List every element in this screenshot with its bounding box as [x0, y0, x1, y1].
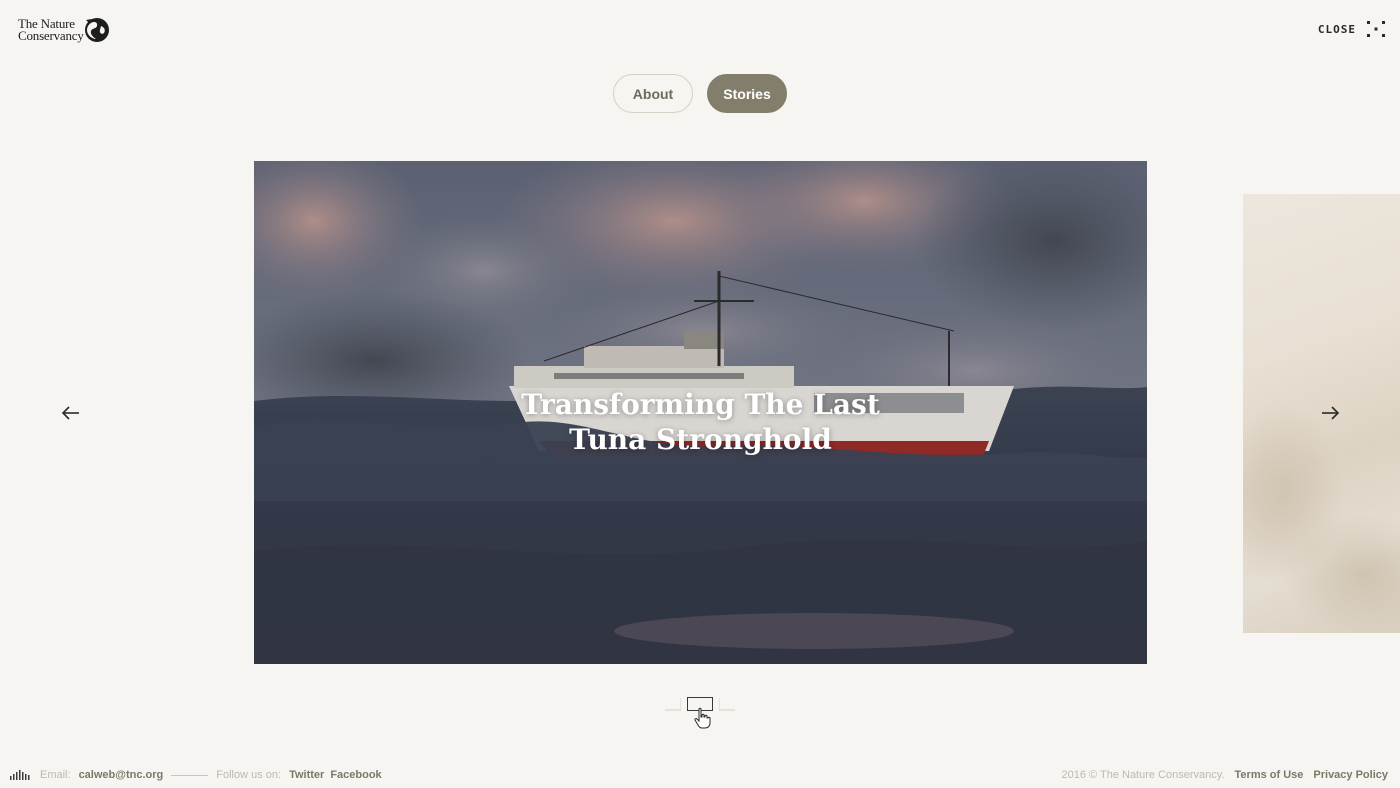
footer-right: 2016 © The Nature Conservancy. Terms of … — [1062, 769, 1389, 781]
globe-logo-icon — [84, 18, 109, 42]
footer-divider — [171, 774, 209, 776]
follow-label: Follow us on: — [216, 769, 282, 781]
twitter-link[interactable]: Twitter — [289, 769, 324, 781]
facebook-link[interactable]: Facebook — [330, 769, 381, 781]
slide-pager — [661, 695, 741, 731]
tab-stories[interactable]: Stories — [707, 74, 787, 113]
email-link[interactable]: calweb@tnc.org — [79, 769, 164, 781]
logo-wordmark: The Nature Conservancy — [18, 16, 84, 43]
story-slide[interactable]: Transforming The Last Tuna Stronghold — [254, 161, 1147, 664]
pager-item-1[interactable] — [661, 697, 681, 711]
tab-bar: About Stories — [0, 74, 1400, 113]
arrow-left-icon[interactable] — [59, 403, 83, 423]
arrow-right-icon[interactable] — [1318, 403, 1342, 423]
footer: Email: calweb@tnc.org Follow us on: Twit… — [0, 767, 1400, 783]
copyright: 2016 © The Nature Conservancy. — [1061, 769, 1225, 781]
close-dots-icon — [1367, 21, 1385, 37]
page: The Nature Conservancy CLOSE About Stori… — [0, 0, 1400, 788]
pager-item-3[interactable] — [719, 697, 739, 711]
close-button[interactable]: CLOSE — [1318, 20, 1386, 38]
privacy-link[interactable]: Privacy Policy — [1313, 769, 1388, 781]
tab-about[interactable]: About — [613, 74, 693, 113]
close-label: CLOSE — [1317, 22, 1356, 36]
sound-bars-icon[interactable] — [10, 770, 32, 780]
logo[interactable]: The Nature Conservancy — [18, 14, 110, 46]
story-title: Transforming The Last Tuna Stronghold — [521, 388, 880, 456]
email-label: Email: — [40, 769, 71, 781]
footer-left: Email: calweb@tnc.org Follow us on: Twit… — [10, 769, 382, 781]
terms-link[interactable]: Terms of Use — [1235, 769, 1304, 781]
hand-cursor-icon — [694, 707, 711, 729]
